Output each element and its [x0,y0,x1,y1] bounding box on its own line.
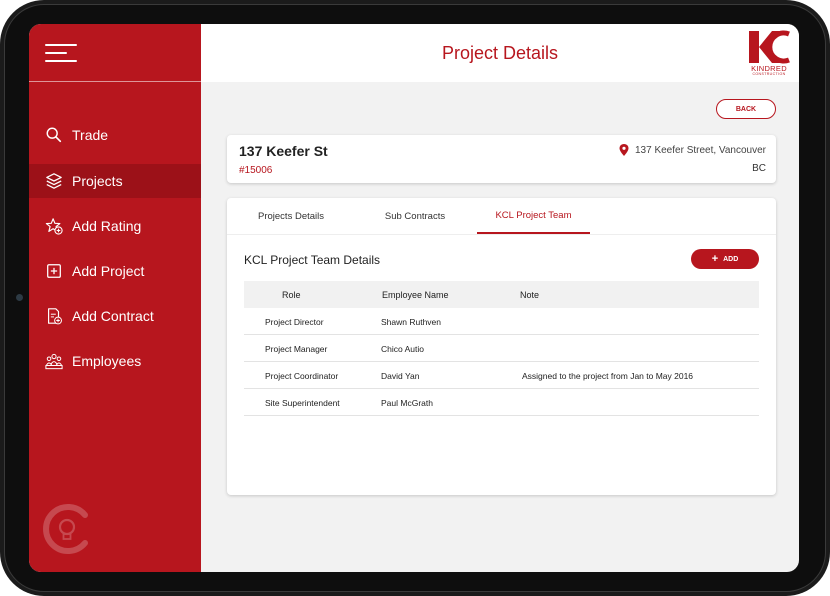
table-row[interactable]: Project Director Shawn Ruthven [244,308,759,335]
tablet-frame: Trade Projects Add Rating Add Project Ad… [0,0,830,596]
sidebar-item-label: Employees [72,353,142,369]
app-watermark-icon [43,504,88,554]
sidebar-item-label: Add Project [72,263,145,279]
project-address: 137 Keefer Street, Vancouver [619,144,766,156]
top-header: Project Details KINDRED CONSTRUCTION [201,24,799,82]
table-header: Role Employee Name Note [244,281,759,308]
cell-employee-name: David Yan [381,370,420,381]
project-name: 137 Keefer St [239,143,328,159]
project-team-card: Projects Details Sub Contracts KCL Proje… [227,198,776,495]
kc-logo-mark [749,30,790,64]
project-address-text: 137 Keefer Street, Vancouver [634,144,766,156]
add-button-label: ADD [723,255,739,263]
camera-dot [16,294,23,301]
sidebar-item-add-rating[interactable]: Add Rating [29,209,201,243]
table-row[interactable]: Project Manager Chico Autio [244,335,759,362]
add-contract-icon [44,306,64,326]
sidebar-divider [29,81,201,82]
company-logo: KINDRED CONSTRUCTION [744,28,794,76]
table-row[interactable]: Site Superintendent Paul McGrath [244,389,759,416]
cell-note: Assigned to the project from Jan to May … [522,370,694,381]
sidebar-item-employees[interactable]: Employees [29,344,201,378]
add-team-member-button[interactable]: + ADD [691,249,759,269]
tab-bar: Projects Details Sub Contracts KCL Proje… [227,198,776,235]
cell-role: Project Manager [265,343,328,354]
tab-projects-details[interactable]: Projects Details [239,198,343,234]
project-province: BC [752,163,766,174]
cell-role: Site Superintendent [265,397,340,408]
cell-role: Project Coordinator [265,370,339,381]
table-row[interactable]: Project Coordinator David Yan Assigned t… [244,362,759,389]
location-pin-icon [619,144,629,156]
sidebar-item-label: Add Contract [72,308,154,324]
add-project-icon [44,261,64,281]
sidebar-item-label: Trade [72,127,109,143]
project-number: #15006 [239,165,273,176]
search-icon [44,125,64,145]
cell-employee-name: Paul McGrath [381,397,433,408]
tab-kcl-project-team[interactable]: KCL Project Team [477,198,590,234]
menu-icon[interactable] [45,42,79,66]
plus-icon: + [711,252,719,265]
sidebar-item-label: Projects [72,173,123,189]
add-rating-icon [44,216,64,236]
column-header-role: Role [282,289,301,300]
logo-subtext: CONSTRUCTION [752,72,786,76]
page-title: Project Details [441,43,559,63]
team-table: Role Employee Name Note Project Director… [244,281,759,416]
tab-sub-contracts[interactable]: Sub Contracts [363,198,467,234]
sidebar-item-projects[interactable]: Projects [29,164,201,198]
cell-employee-name: Shawn Ruthven [381,316,442,327]
column-header-note: Note [520,289,540,300]
sidebar-item-add-contract[interactable]: Add Contract [29,299,201,333]
project-summary-card: 137 Keefer St #15006 137 Keefer Street, … [227,135,776,183]
cell-role: Project Director [265,316,324,327]
section-title: KCL Project Team Details [244,253,381,267]
sidebar-item-trade[interactable]: Trade [29,118,201,152]
app-screen: Trade Projects Add Rating Add Project Ad… [29,24,799,572]
employees-icon [44,351,64,371]
column-header-employee-name: Employee Name [382,289,449,300]
sidebar-item-add-project[interactable]: Add Project [29,254,201,288]
sidebar: Trade Projects Add Rating Add Project Ad… [29,24,201,572]
layers-icon [44,171,64,191]
sidebar-item-label: Add Rating [72,218,142,234]
cell-employee-name: Chico Autio [381,343,424,354]
back-button[interactable]: BACK [716,99,776,119]
